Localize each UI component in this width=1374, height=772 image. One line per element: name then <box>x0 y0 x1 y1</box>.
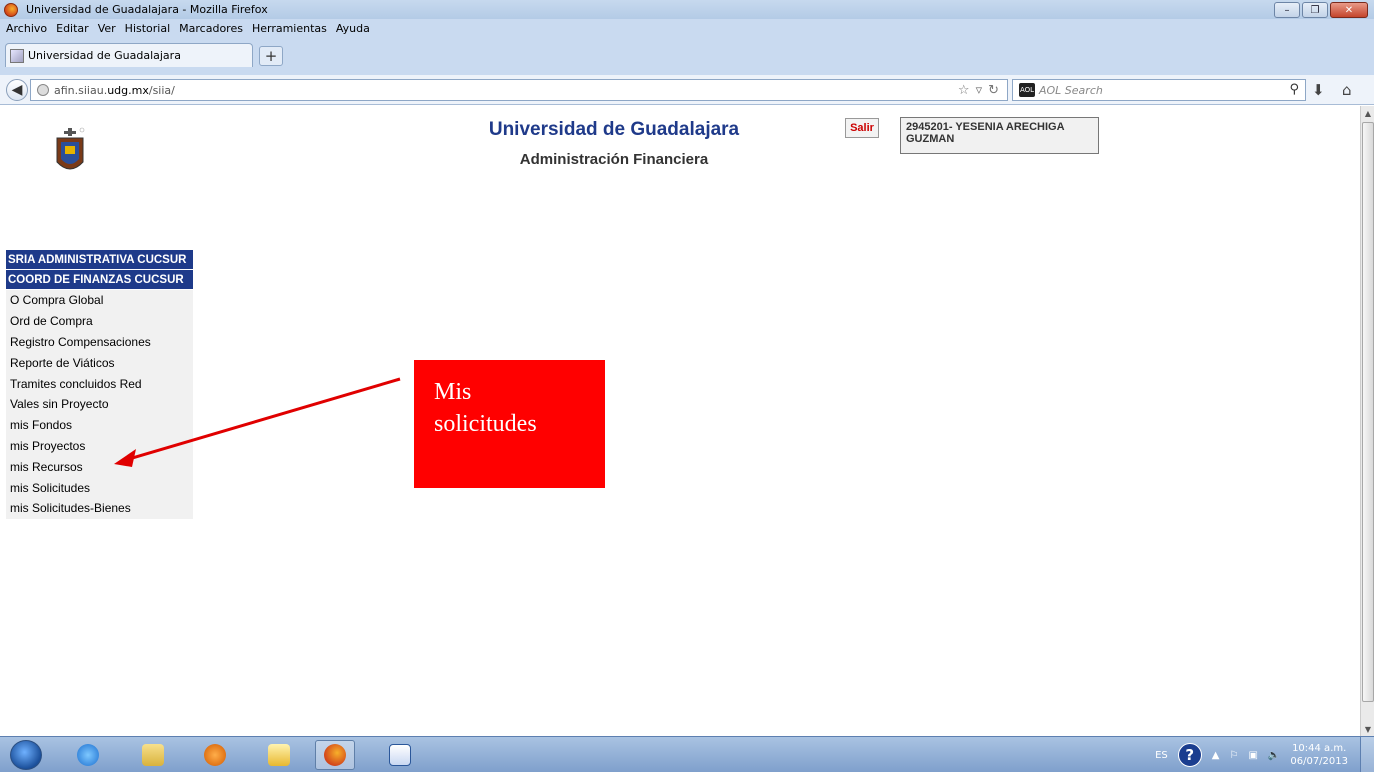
back-arrow-icon[interactable]: ◀ <box>6 79 28 101</box>
university-crest-icon <box>56 127 85 170</box>
user-surname: GUZMAN <box>906 133 955 145</box>
ie-icon[interactable] <box>68 740 108 770</box>
tab-label: Universidad de Guadalajara <box>28 49 181 62</box>
scroll-thumb[interactable] <box>1362 122 1374 702</box>
dropdown-arrow-icon[interactable]: ▿ <box>976 83 983 98</box>
menu-historial[interactable]: Historial <box>125 22 170 35</box>
explorer-icon[interactable] <box>133 740 173 770</box>
globe-icon <box>37 84 49 96</box>
menu-ayuda[interactable]: Ayuda <box>336 22 370 35</box>
word-icon[interactable] <box>380 740 420 770</box>
download-icon[interactable]: ⬇ <box>1312 81 1325 99</box>
favicon-icon <box>10 48 24 63</box>
outlook-icon[interactable] <box>259 740 299 770</box>
search-box[interactable]: AOL AOL Search ⚲ <box>1012 79 1306 101</box>
menu-marcadores[interactable]: Marcadores <box>179 22 243 35</box>
new-tab-button[interactable]: + <box>259 46 283 66</box>
url-tools: ☆ ▿ ↻ <box>958 83 999 98</box>
clock-time: 10:44 a.m. <box>1292 743 1347 754</box>
menu-item-o-compra-global[interactable]: O Compra Global <box>6 290 193 311</box>
reload-icon[interactable]: ↻ <box>988 83 999 98</box>
clock-date: 06/07/2013 <box>1290 756 1348 767</box>
flag-icon[interactable]: ⚐ <box>1229 750 1238 761</box>
url-domain: udg.mx <box>107 83 149 97</box>
language-indicator[interactable]: ES <box>1155 750 1168 761</box>
page-subtitle: Administración Financiera <box>519 151 709 168</box>
annotation-arrow <box>114 377 401 467</box>
media-player-icon[interactable] <box>195 740 235 770</box>
system-tray: ES ? ▲ ⚐ ▣ 🔈 10:44 a.m. 06/07/2013 <box>1155 737 1374 772</box>
minimize-button[interactable]: – <box>1274 2 1300 18</box>
menu-item-ord-de-compra[interactable]: Ord de Compra <box>6 310 193 332</box>
start-button[interactable] <box>10 740 42 770</box>
menu-editar[interactable]: Editar <box>56 22 89 35</box>
url-prefix: afin.siiau. <box>54 83 108 97</box>
taskbar: ES ? ▲ ⚐ ▣ 🔈 10:44 a.m. 06/07/2013 <box>0 736 1374 772</box>
menu-header-coord[interactable]: COORD DE FINANZAS CUCSUR <box>6 270 193 290</box>
annotation-callout: Mis solicitudes <box>414 360 605 488</box>
clock[interactable]: 10:44 a.m. 06/07/2013 <box>1290 742 1348 768</box>
annotation-line2: solicitudes <box>434 411 537 437</box>
user-id-name: 2945201- YESENIA ARECHIGA <box>906 121 1065 133</box>
window-title-bar: Universidad de Guadalajara - Mozilla Fir… <box>0 0 1374 19</box>
menu-item-mis-solicitudes-bienes[interactable]: mis Solicitudes-Bienes <box>6 497 193 519</box>
home-icon[interactable]: ⌂ <box>1342 81 1352 99</box>
logout-button[interactable]: Salir <box>845 118 879 138</box>
menu-bar: Archivo Editar Ver Historial Marcadores … <box>0 19 1374 37</box>
search-icon[interactable]: ⚲ <box>1289 82 1299 97</box>
tab-bar: Universidad de Guadalajara + <box>0 37 1374 75</box>
tab-universidad[interactable]: Universidad de Guadalajara <box>5 43 253 67</box>
navigation-bar: ◀ afin.siiau. udg.mx/siia/ ☆ ▿ ↻ AOL AOL … <box>0 75 1374 105</box>
bookmark-star-icon[interactable]: ☆ <box>958 83 970 98</box>
aol-engine-icon[interactable]: AOL <box>1019 83 1035 97</box>
firefox-taskbar-icon[interactable] <box>315 740 355 770</box>
search-placeholder: AOL Search <box>1039 83 1103 97</box>
network-icon[interactable]: ▣ <box>1248 750 1257 761</box>
menu-ver[interactable]: Ver <box>98 22 116 35</box>
menu-item-registro-compensaciones[interactable]: Registro Compensaciones <box>6 331 193 353</box>
vertical-scrollbar[interactable]: ▲ ▼ <box>1360 106 1374 736</box>
user-info-box: 2945201- YESENIA ARECHIGA GUZMAN <box>900 117 1099 154</box>
url-bar[interactable]: afin.siiau. udg.mx/siia/ ☆ ▿ ↻ <box>30 79 1008 101</box>
firefox-icon <box>4 2 18 17</box>
scroll-up-icon[interactable]: ▲ <box>1361 106 1374 120</box>
window-title: Universidad de Guadalajara - Mozilla Fir… <box>26 3 268 16</box>
menu-herramientas[interactable]: Herramientas <box>252 22 327 35</box>
help-icon[interactable]: ? <box>1177 743 1202 767</box>
annotation-line1: Mis <box>434 379 472 405</box>
menu-archivo[interactable]: Archivo <box>6 22 47 35</box>
show-desktop-button[interactable] <box>1360 737 1374 772</box>
page-content: Universidad de Guadalajara Administració… <box>0 106 1360 736</box>
url-suffix: /siia/ <box>148 83 175 97</box>
show-hidden-icon[interactable]: ▲ <box>1212 750 1220 761</box>
close-button[interactable]: ✕ <box>1330 2 1368 18</box>
page-title: Universidad de Guadalajara <box>488 119 740 140</box>
volume-icon[interactable]: 🔈 <box>1268 750 1280 761</box>
menu-header-sria[interactable]: SRIA ADMINISTRATIVA CUCSUR <box>6 250 193 270</box>
maximize-button[interactable]: ❐ <box>1302 2 1328 18</box>
scroll-down-icon[interactable]: ▼ <box>1361 722 1374 736</box>
window-controls: – ❐ ✕ <box>1274 2 1368 18</box>
